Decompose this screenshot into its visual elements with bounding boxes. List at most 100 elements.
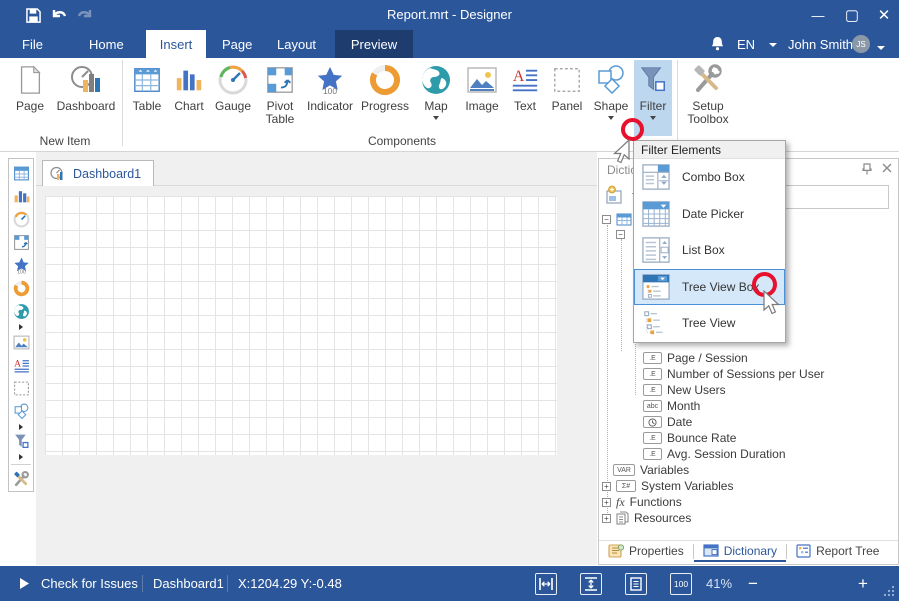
toolbox-indicator-button[interactable]: 100 bbox=[9, 254, 33, 277]
language-selector[interactable]: EN bbox=[737, 37, 777, 52]
ribbon-button-pivot-table[interactable]: Pivot Table bbox=[257, 60, 303, 136]
pin-icon[interactable] bbox=[862, 163, 872, 175]
toolbox-panel-button[interactable] bbox=[9, 377, 33, 400]
ribbon-button-gauge[interactable]: Gauge bbox=[211, 60, 255, 136]
toolbox-gauge-button[interactable] bbox=[9, 208, 33, 231]
indicator-icon: 100 bbox=[315, 64, 345, 96]
ribbon-button-image[interactable]: Image bbox=[460, 60, 504, 136]
collapse-icon[interactable]: − bbox=[602, 215, 611, 224]
statusbar-page-name[interactable]: Dashboard1 bbox=[153, 566, 224, 601]
panel-tab-properties[interactable]: Properties bbox=[599, 541, 693, 562]
toolbox-shape-button[interactable] bbox=[9, 400, 33, 423]
page-icon bbox=[15, 64, 45, 96]
ribbon-button-text[interactable]: A Text bbox=[506, 60, 544, 136]
ribbon-label: Setup Toolbox bbox=[682, 100, 734, 126]
toolbox-chart-button[interactable] bbox=[9, 185, 33, 208]
avatar[interactable]: JS bbox=[852, 35, 870, 53]
tree-item-field[interactable]: .EBounce Rate bbox=[643, 430, 736, 446]
user-menu[interactable]: John Smith bbox=[788, 37, 853, 52]
close-panel-icon[interactable] bbox=[882, 163, 892, 173]
check-for-issues-button[interactable]: Check for Issues bbox=[20, 566, 138, 601]
tree-item-system-variables[interactable]: +Σ#System Variables bbox=[602, 478, 733, 494]
ribbon-button-map[interactable]: Map bbox=[414, 60, 458, 136]
tree-item-field[interactable]: Date bbox=[643, 414, 692, 430]
panel-tab-label: Properties bbox=[629, 544, 684, 558]
dashboard-page-grid[interactable] bbox=[45, 196, 557, 455]
toolbox-image-button[interactable] bbox=[9, 331, 33, 354]
ribbon-button-progress[interactable]: Progress bbox=[358, 60, 412, 136]
expand-icon[interactable]: + bbox=[602, 482, 611, 491]
expand-icon[interactable]: + bbox=[602, 514, 611, 523]
ribbon-button-indicator[interactable]: 100 Indicator bbox=[305, 60, 355, 136]
dropdown-item-combo-box[interactable]: Combo Box bbox=[634, 159, 785, 196]
close-button[interactable]: ✕ bbox=[867, 0, 899, 30]
dropdown-header: Filter Elements bbox=[634, 141, 785, 159]
tab-page[interactable]: Page bbox=[208, 30, 266, 58]
fit-page-width-button[interactable] bbox=[535, 573, 557, 595]
tree-item-field[interactable]: .ENew Users bbox=[643, 382, 726, 398]
toolbox-filter-expand-arrow[interactable] bbox=[9, 453, 33, 461]
chart-icon bbox=[13, 188, 30, 205]
toolbox-filter-button[interactable] bbox=[9, 430, 33, 453]
ribbon-separator bbox=[122, 60, 123, 146]
tree-item-field[interactable]: .E Avg. Session Duration bbox=[643, 446, 786, 462]
tree-item-field[interactable]: .ENumber of Sessions per User bbox=[643, 366, 824, 382]
dropdown-item-list-box[interactable]: List Box bbox=[634, 232, 785, 269]
user-chevron-down-icon[interactable] bbox=[877, 46, 885, 50]
number-field-icon: .E bbox=[643, 448, 662, 460]
ribbon-button-dashboard[interactable]: Dashboard bbox=[54, 60, 118, 136]
tree-node-child[interactable]: − bbox=[616, 226, 625, 242]
expand-icon[interactable]: + bbox=[602, 498, 611, 507]
one-page-view-button[interactable] bbox=[625, 573, 647, 595]
toolbox-table-button[interactable] bbox=[9, 162, 33, 185]
ribbon-button-page[interactable]: Page bbox=[10, 60, 50, 136]
tree-node-root[interactable]: − bbox=[602, 211, 632, 227]
shape-chevron-down-icon[interactable] bbox=[608, 116, 614, 120]
avatar-initials: JS bbox=[856, 40, 865, 49]
fit-page-height-button[interactable] bbox=[580, 573, 602, 595]
toolbox-setup-button[interactable] bbox=[9, 468, 33, 491]
tree-item-field[interactable]: .EPage / Session bbox=[643, 350, 748, 366]
maximize-button[interactable]: ▢ bbox=[835, 0, 869, 30]
toolbox-progress-button[interactable] bbox=[9, 277, 33, 300]
tab-preview[interactable]: Preview bbox=[335, 30, 413, 58]
notifications-button[interactable] bbox=[710, 36, 725, 57]
tree-item-variables[interactable]: VARVariables bbox=[613, 462, 689, 478]
dropdown-item-date-picker[interactable]: Date Picker bbox=[634, 196, 785, 233]
zoom-in-button[interactable]: + bbox=[858, 566, 868, 601]
progress-icon bbox=[369, 64, 401, 96]
data-source-icon bbox=[616, 213, 632, 226]
tab-file[interactable]: File bbox=[8, 30, 57, 58]
dropdown-item-label: List Box bbox=[682, 243, 725, 257]
panel-tab-label: Report Tree bbox=[816, 544, 879, 558]
filter-chevron-down-icon[interactable] bbox=[650, 116, 656, 120]
panel-tab-dictionary[interactable]: Dictionary bbox=[694, 541, 786, 562]
tree-item-functions[interactable]: +fxFunctions bbox=[602, 494, 682, 510]
ribbon-button-table[interactable]: Table bbox=[127, 60, 167, 136]
collapse-icon[interactable]: − bbox=[616, 230, 625, 239]
shape-icon bbox=[13, 403, 30, 420]
group-label-components: Components bbox=[127, 134, 677, 148]
ribbon-button-panel[interactable]: Panel bbox=[546, 60, 588, 136]
tab-insert[interactable]: Insert bbox=[146, 30, 206, 58]
tree-item-resources[interactable]: + Resources bbox=[602, 510, 691, 526]
tree-guide-line bbox=[621, 239, 622, 351]
zoom-100-button[interactable]: 100 bbox=[670, 573, 692, 595]
toolbox-map-expand-arrow[interactable] bbox=[9, 323, 33, 331]
minimize-button[interactable]: — bbox=[801, 0, 835, 30]
tab-home[interactable]: Home bbox=[75, 30, 138, 58]
toolbox-map-button[interactable] bbox=[9, 300, 33, 323]
toolbox-shape-expand-arrow[interactable] bbox=[9, 423, 33, 431]
ribbon-button-setup-toolbox[interactable]: Setup Toolbox bbox=[682, 60, 734, 136]
tab-layout[interactable]: Layout bbox=[263, 30, 330, 58]
resize-grip[interactable] bbox=[883, 585, 895, 597]
tree-item-field[interactable]: abcMonth bbox=[643, 398, 700, 414]
toolbox-text-button[interactable]: A bbox=[9, 354, 33, 377]
map-chevron-down-icon[interactable] bbox=[433, 116, 439, 120]
document-tab-dashboard1[interactable]: Dashboard1 bbox=[42, 160, 154, 186]
toolbox-pivot-table-button[interactable] bbox=[9, 231, 33, 254]
zoom-out-button[interactable]: − bbox=[748, 566, 758, 601]
panel-tab-report-tree[interactable]: Report Tree bbox=[787, 541, 888, 562]
ribbon-button-chart[interactable]: Chart bbox=[169, 60, 209, 136]
field-label: Avg. Session Duration bbox=[667, 447, 786, 461]
